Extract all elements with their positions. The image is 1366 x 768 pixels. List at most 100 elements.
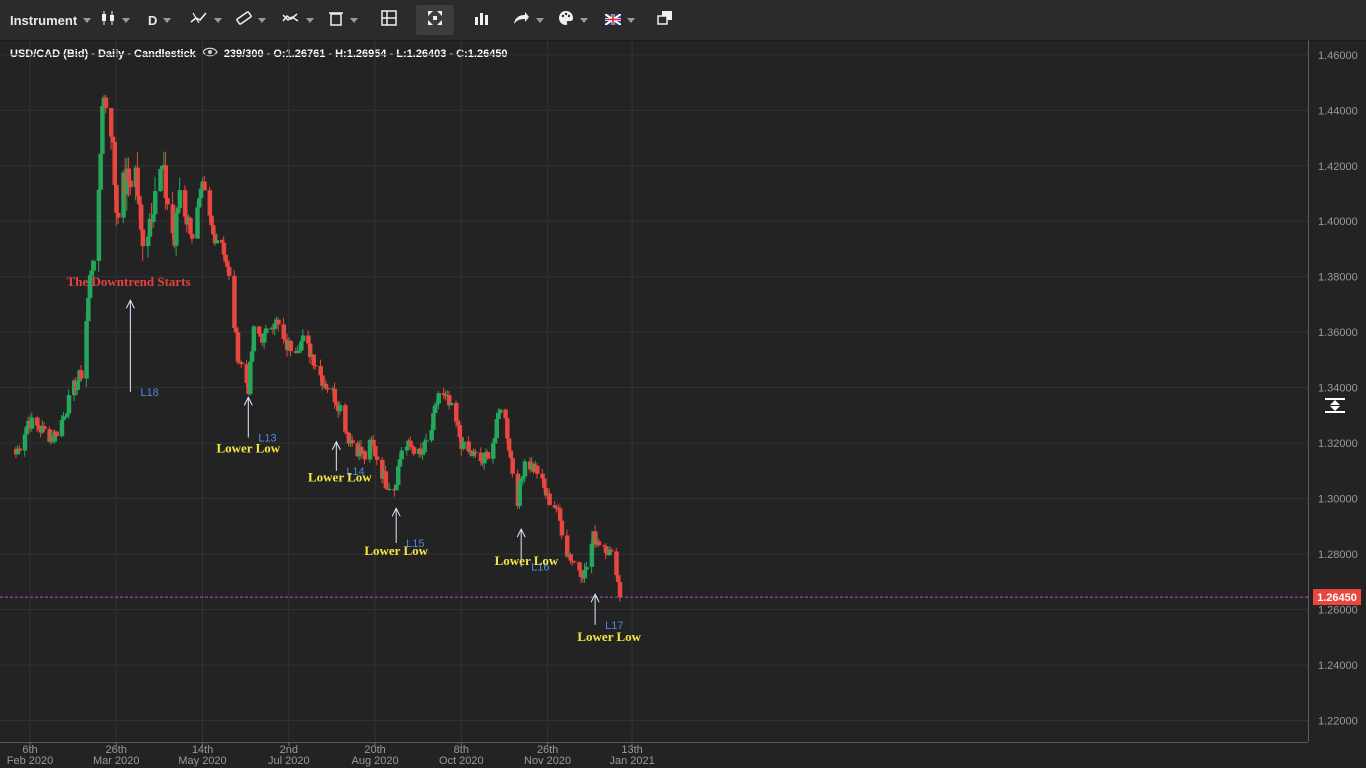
y-tick-label: 1.38000: [1318, 272, 1358, 284]
autoscale-arrow-down: [1330, 406, 1340, 411]
theme-menu[interactable]: [558, 0, 588, 40]
candle-body: [221, 242, 227, 255]
candle-body: [248, 361, 253, 394]
annotation-label: Lower Low: [216, 440, 280, 455]
candle-body: [135, 167, 140, 197]
candle-body: [116, 212, 121, 218]
ruler-icon: [236, 10, 252, 30]
y-tick-label: 1.22000: [1318, 716, 1358, 728]
x-tick-month: Jan 2021: [609, 755, 654, 767]
time-axis[interactable]: 6thFeb 202026thMar 202014thMay 20202ndJu…: [0, 742, 1308, 767]
candle-body: [96, 189, 102, 261]
candle-body: [54, 431, 59, 437]
fullscreen-icon: [428, 11, 442, 29]
current-price-label: 1.26450: [1317, 592, 1357, 604]
candle-body: [174, 212, 179, 246]
y-tick-label: 1.36000: [1318, 327, 1358, 339]
candle-body: [362, 451, 367, 460]
candle-body: [188, 217, 193, 234]
candle-body: [177, 190, 183, 209]
candle-body: [29, 417, 35, 429]
y-tick-label: 1.42000: [1318, 161, 1358, 173]
candle-body: [79, 370, 84, 379]
toolbar: Instrument D: [0, 0, 1366, 41]
x-tick-month: Aug 2020: [352, 755, 399, 767]
candlestick-chart[interactable]: L18L13L14L15L16L17The Downtrend StartsLo…: [0, 40, 1366, 768]
candle-body: [337, 405, 343, 412]
candle-body: [559, 520, 565, 536]
drawing-tools-menu[interactable]: [236, 0, 266, 40]
layout-button[interactable]: [381, 0, 397, 40]
volume-button[interactable]: [474, 0, 490, 40]
candle-body: [112, 142, 118, 185]
y-tick-label: 1.24000: [1318, 660, 1358, 672]
timeframe-menu[interactable]: D: [148, 0, 172, 40]
compare-icon: [282, 10, 300, 30]
detach-window-button[interactable]: [657, 0, 673, 40]
compare-menu[interactable]: [282, 0, 314, 40]
candle-body: [547, 493, 552, 506]
grid: [0, 40, 1308, 742]
y-tick-label: 1.26000: [1318, 605, 1358, 617]
indicator-icon: [190, 10, 208, 30]
candle-body: [608, 549, 614, 552]
candle-body: [397, 459, 403, 467]
indicators-menu[interactable]: [190, 0, 222, 40]
candle-body: [300, 335, 306, 342]
windows-icon: [657, 10, 673, 30]
candlestick-icon: [100, 10, 116, 30]
timeframe-label: D: [148, 12, 158, 28]
bar-chart-icon: [474, 10, 490, 30]
y-tick-label: 1.30000: [1318, 494, 1358, 506]
chevron-down-icon: [350, 17, 358, 23]
candle-body: [189, 233, 195, 239]
candle-body: [207, 190, 213, 216]
candle-body: [91, 260, 96, 271]
candle-body: [343, 405, 348, 432]
x-tick-month: Feb 2020: [7, 755, 53, 767]
y-tick-label: 1.44000: [1318, 105, 1358, 117]
candle-body: [510, 457, 515, 474]
annotation-label: Lower Low: [364, 543, 428, 558]
candle-body: [568, 554, 573, 561]
annotations: L18L13L14L15L16L17The Downtrend StartsLo…: [67, 274, 642, 644]
chevron-down-icon: [580, 17, 588, 23]
candle-body: [226, 266, 232, 276]
y-tick-label: 1.32000: [1318, 438, 1358, 450]
chevron-down-icon: [83, 17, 92, 23]
candle-body: [311, 354, 316, 366]
candle-body: [506, 438, 512, 451]
candle-body: [395, 466, 401, 485]
layout-icon: [381, 10, 397, 30]
candle-body: [461, 441, 466, 449]
chevron-down-icon: [627, 17, 635, 23]
autoscale-arrow-up: [1330, 400, 1340, 405]
candle-body: [140, 229, 146, 247]
y-tick-label: 1.40000: [1318, 216, 1358, 228]
language-menu[interactable]: [604, 0, 635, 40]
candle-body: [182, 190, 188, 217]
candle-body: [263, 328, 269, 334]
fullscreen-button[interactable]: [416, 5, 454, 35]
annotation-label: Lower Low: [308, 469, 372, 484]
delete-menu[interactable]: [328, 0, 358, 40]
share-arrow-icon: [512, 10, 530, 30]
candle-body: [325, 388, 331, 390]
chevron-down-icon: [306, 17, 314, 23]
candle-body: [535, 465, 540, 474]
candle-body: [288, 341, 294, 352]
share-menu[interactable]: [512, 0, 544, 40]
candle-body: [313, 365, 318, 367]
chart-type-menu[interactable]: [100, 0, 130, 40]
trash-icon: [328, 10, 344, 30]
autoscale-icon[interactable]: [1325, 398, 1345, 413]
price-axis[interactable]: 1.22000 1.24000 1.26000 1.28000 1.30000 1.320…: [1308, 40, 1362, 742]
chevron-down-icon: [214, 17, 222, 23]
y-tick-label: 1.28000: [1318, 549, 1358, 561]
y-tick-label: 1.46000: [1318, 50, 1358, 62]
candle-body: [251, 326, 257, 352]
candle-body: [84, 321, 89, 379]
candle-body: [66, 395, 72, 414]
candle-body: [498, 409, 503, 413]
instrument-menu[interactable]: Instrument: [10, 0, 92, 40]
